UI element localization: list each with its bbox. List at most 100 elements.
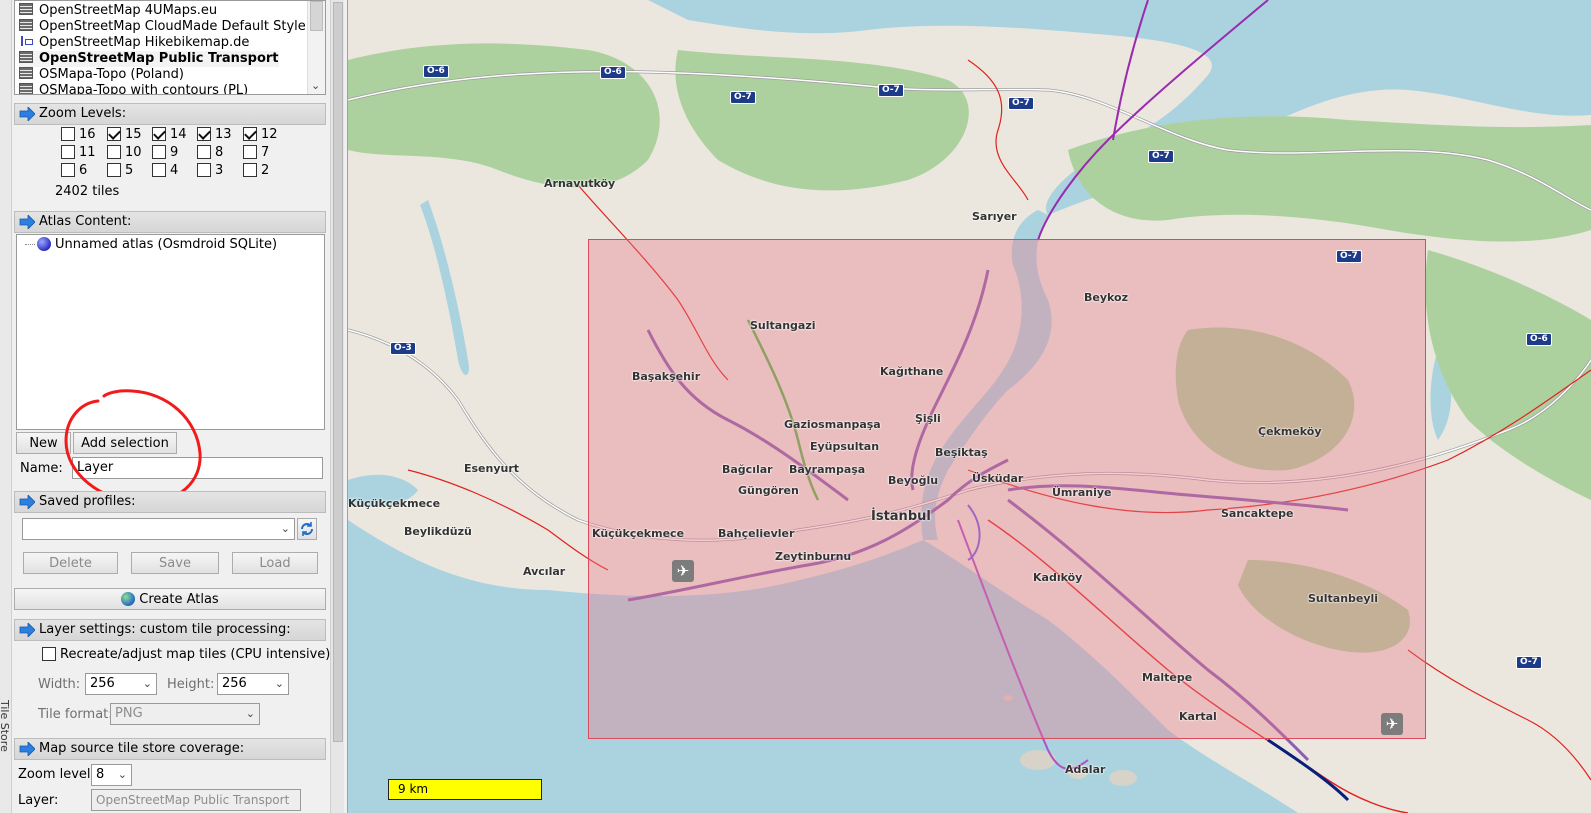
checkbox-box[interactable] xyxy=(243,163,257,177)
place-label: Esenyurt xyxy=(464,462,520,475)
list-item[interactable]: OpenStreetMap CloudMade Default Style xyxy=(19,19,306,35)
section-title: Map source tile store coverage: xyxy=(39,741,245,756)
place-label: Beykoz xyxy=(1084,291,1128,304)
zoom-level-label: 16 xyxy=(79,127,96,142)
layer-name-field[interactable]: Layer xyxy=(72,457,323,479)
checkbox-box[interactable] xyxy=(243,145,257,159)
road-sign: O-7 xyxy=(1008,97,1034,110)
saved-profiles-header[interactable]: Saved profiles: xyxy=(14,491,326,513)
atlas-tree[interactable]: Unnamed atlas (Osmdroid SQLite) xyxy=(16,234,325,430)
checkbox-box[interactable] xyxy=(61,163,75,177)
road-sign: O-7 xyxy=(1148,150,1174,163)
checkbox-box[interactable] xyxy=(197,145,211,159)
checkbox-box[interactable] xyxy=(152,163,166,177)
zoom-level-checkbox[interactable]: 11 xyxy=(61,145,96,161)
panel-scrollbar[interactable] xyxy=(330,0,344,813)
profile-select[interactable]: ⌄ xyxy=(22,518,295,540)
create-atlas-button[interactable]: Create Atlas xyxy=(14,588,326,610)
list-item[interactable]: OSMapa-Topo with contours (PL) xyxy=(19,83,248,94)
road-sign: O-7 xyxy=(1516,656,1542,669)
road-sign: O-7 xyxy=(878,84,904,97)
checkbox-box[interactable] xyxy=(61,145,75,159)
place-label: Kartal xyxy=(1179,710,1217,723)
arrow-right-icon xyxy=(19,495,35,509)
checkbox-box[interactable] xyxy=(197,127,211,141)
zoom-level-checkbox[interactable]: 16 xyxy=(61,127,96,143)
place-label: Beşiktaş xyxy=(935,446,988,459)
refresh-icon xyxy=(301,522,313,536)
airplane-icon: ✈ xyxy=(672,560,694,582)
zoom-level-checkbox[interactable]: 9 xyxy=(152,145,178,161)
panel-scroll-thumb[interactable] xyxy=(333,2,343,742)
zoom-level-checkbox[interactable]: 7 xyxy=(243,145,269,161)
zoom-level-checkbox[interactable]: 13 xyxy=(197,127,232,143)
map-source-list[interactable]: OpenStreetMap 4UMaps.eu OpenStreetMap Cl… xyxy=(14,0,326,95)
map-view[interactable]: O-6 O-6 O-7 O-7 O-7 O-7 O-7 O-6 O-3 O-7 … xyxy=(348,0,1591,813)
map-source-label: OSMapa-Topo (Poland) xyxy=(39,67,184,82)
place-label: Beyoğlu xyxy=(888,474,939,487)
side-strip-label[interactable]: Tile Store xyxy=(0,700,11,752)
zoom-level-checkbox[interactable]: 6 xyxy=(61,163,87,179)
coverage-layer-select[interactable]: OpenStreetMap Public Transport xyxy=(91,789,301,811)
list-scroll-thumb[interactable] xyxy=(310,1,323,31)
zoom-level-checkbox[interactable]: 2 xyxy=(243,163,269,179)
zoom-level-checkbox[interactable]: 8 xyxy=(197,145,223,161)
list-item[interactable]: OpenStreetMap 4UMaps.eu xyxy=(19,3,217,19)
recreate-tiles-label: Recreate/adjust map tiles (CPU intensive… xyxy=(60,647,331,662)
map-selection-rectangle[interactable] xyxy=(588,239,1426,739)
place-label: İstanbul xyxy=(871,509,931,524)
place-label: Arnavutköy xyxy=(544,177,616,190)
tile-format-select[interactable]: PNG ⌄ xyxy=(110,703,260,725)
coverage-zoom-value: 8 xyxy=(96,767,105,782)
list-item[interactable]: OSMapa-Topo (Poland) xyxy=(19,67,184,83)
new-button[interactable]: New xyxy=(16,432,71,454)
tile-height-select[interactable]: 256 ⌄ xyxy=(217,673,289,695)
coverage-zoom-select[interactable]: 8 ⌄ xyxy=(91,764,132,786)
place-label: Küçükçekmece xyxy=(348,497,441,510)
delete-profile-button[interactable]: Delete xyxy=(23,552,118,574)
zoom-level-checkbox[interactable]: 3 xyxy=(197,163,223,179)
list-scrollbar[interactable]: ⌄ xyxy=(307,1,325,94)
checkbox-box[interactable] xyxy=(107,127,121,141)
atlas-content-header[interactable]: Atlas Content: xyxy=(14,211,326,233)
chevron-down-icon: ⌄ xyxy=(142,677,152,690)
load-profile-button[interactable]: Load xyxy=(232,552,318,574)
zoom-level-checkbox[interactable]: 4 xyxy=(152,163,178,179)
add-selection-button[interactable]: Add selection xyxy=(73,432,177,454)
list-item[interactable]: OpenStreetMap Hikebikemap.de xyxy=(19,35,249,51)
zoom-level-label: 3 xyxy=(215,163,224,178)
recreate-tiles-checkbox[interactable]: Recreate/adjust map tiles (CPU intensive… xyxy=(42,647,330,663)
checkbox-box[interactable] xyxy=(61,127,75,141)
checkbox-box[interactable] xyxy=(152,127,166,141)
atlas-node[interactable]: Unnamed atlas (Osmdroid SQLite) xyxy=(25,237,277,252)
place-label: Eyüpsultan xyxy=(810,440,880,453)
checkbox-box[interactable] xyxy=(107,163,121,177)
place-label: Sultanbeyli xyxy=(1308,592,1379,605)
tile-source-icon xyxy=(19,19,33,31)
chevron-down-icon: ⌄ xyxy=(274,677,284,690)
save-profile-button[interactable]: Save xyxy=(131,552,219,574)
zoom-level-checkbox[interactable]: 5 xyxy=(107,163,133,179)
list-item-selected[interactable]: OpenStreetMap Public Transport xyxy=(19,51,279,67)
chevron-down-icon[interactable]: ⌄ xyxy=(311,79,320,92)
zoom-level-checkbox[interactable]: 15 xyxy=(107,127,142,143)
zoom-levels-header[interactable]: Zoom Levels: xyxy=(14,103,326,125)
refresh-profiles-button[interactable] xyxy=(297,518,317,540)
checkbox-box[interactable] xyxy=(107,145,121,159)
place-label: Sultangazi xyxy=(750,319,816,332)
checkbox-box[interactable] xyxy=(152,145,166,159)
zoom-level-checkbox[interactable]: 14 xyxy=(152,127,187,143)
tile-width-select[interactable]: 256 ⌄ xyxy=(85,673,157,695)
chevron-down-icon: ⌄ xyxy=(280,522,290,535)
zoom-level-checkbox[interactable]: 10 xyxy=(107,145,142,161)
checkbox-box[interactable] xyxy=(42,647,56,661)
checkbox-box[interactable] xyxy=(243,127,257,141)
arrow-right-icon xyxy=(19,107,35,121)
coverage-header[interactable]: Map source tile store coverage: xyxy=(14,738,326,760)
atlas-name: Unnamed atlas (Osmdroid SQLite) xyxy=(55,237,278,252)
zoom-level-checkbox[interactable]: 12 xyxy=(243,127,278,143)
layer-settings-header[interactable]: Layer settings: custom tile processing: xyxy=(14,619,326,641)
place-label: Adalar xyxy=(1065,763,1106,776)
route-icon xyxy=(19,35,33,47)
checkbox-box[interactable] xyxy=(197,163,211,177)
